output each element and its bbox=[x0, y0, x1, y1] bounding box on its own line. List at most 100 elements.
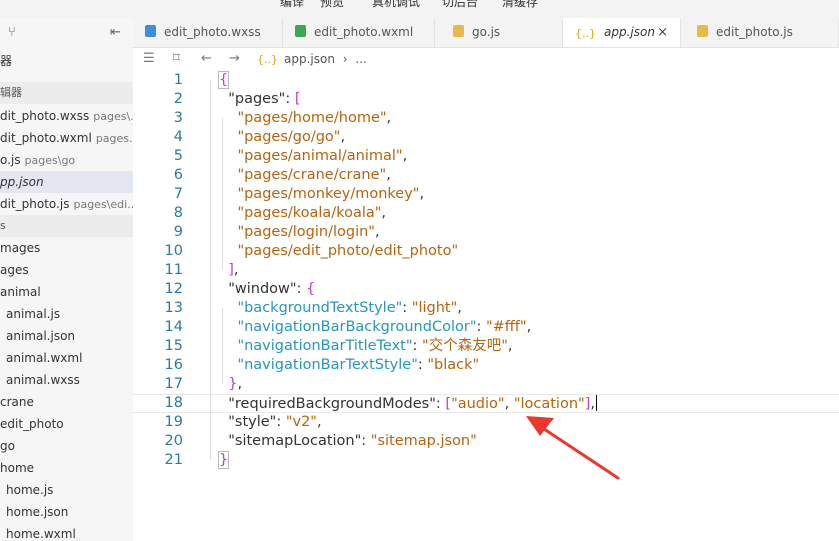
sidebar-item-label: home bbox=[0, 461, 35, 475]
sidebar-item-label: s bbox=[0, 219, 6, 232]
line-number: 14 bbox=[164, 319, 183, 335]
sidebar-file-item[interactable]: animal.wxml bbox=[0, 347, 133, 369]
code-line[interactable]: 8 "pages/koala/koala", bbox=[133, 204, 839, 223]
code-token: : bbox=[402, 300, 412, 316]
sidebar-file-item[interactable]: dit_photo.wxsspages\... bbox=[0, 105, 133, 127]
sidebar-item-label: animal bbox=[0, 285, 41, 299]
sidebar-file-item[interactable]: home.json bbox=[0, 501, 133, 523]
line-number: 20 bbox=[164, 433, 183, 449]
code-editor[interactable]: 1{2 "pages": [3 "pages/home/home", 4 "pag… bbox=[133, 70, 839, 541]
code-line[interactable]: 9 "pages/login/login", bbox=[133, 223, 839, 242]
breadcrumb-file[interactable]: {..} app.json › ... bbox=[257, 48, 367, 71]
code-line[interactable]: 12 "window": { bbox=[133, 280, 839, 299]
sidebar-file-item[interactable]: animal bbox=[0, 281, 133, 303]
code-line[interactable]: 3 "pages/home/home", bbox=[133, 109, 839, 128]
sidebar-file-item[interactable]: o.js pages\go bbox=[0, 149, 133, 171]
code-line[interactable]: 2 "pages": [ bbox=[133, 90, 839, 109]
tab-edit-photo-wxml[interactable]: edit_photo.wxml bbox=[283, 18, 435, 47]
tab-app-json[interactable]: {..} app.json × bbox=[563, 18, 681, 47]
code-token: "sitemap.json" bbox=[370, 433, 477, 449]
menu-preview[interactable]: 预览 bbox=[320, 0, 344, 10]
sidebar-file-item[interactable]: animal.wxss bbox=[0, 369, 133, 391]
sidebar-file-item[interactable]: pp.json bbox=[0, 171, 133, 193]
code-line[interactable]: 7 "pages/monkey/monkey", bbox=[133, 185, 839, 204]
menu-clear-cache[interactable]: 清缓存 bbox=[502, 0, 538, 10]
menu-real-device-debug[interactable]: 真机调试 bbox=[372, 0, 420, 10]
code-line[interactable]: 5 "pages/animal/animal", bbox=[133, 147, 839, 166]
code-token: [ bbox=[294, 91, 301, 107]
back-arrow-icon[interactable]: ← bbox=[201, 48, 212, 70]
code-line[interactable]: 20 "sitemapLocation": "sitemap.json" bbox=[133, 432, 839, 451]
code-line[interactable]: 1{ bbox=[133, 71, 839, 90]
tab-go-js[interactable]: go.js bbox=[435, 18, 563, 47]
sidebar-file-item[interactable]: go bbox=[0, 435, 133, 457]
code-token: "requiredBackgroundModes" bbox=[228, 396, 436, 412]
code-line[interactable]: 4 "pages/go/go", bbox=[133, 128, 839, 147]
code-token: "window" bbox=[228, 281, 297, 297]
sidebar-file-item[interactable]: animal.json bbox=[0, 325, 133, 347]
sidebar-file-item[interactable]: edit_photo bbox=[0, 413, 133, 435]
code-line[interactable]: 10 "pages/edit_photo/edit_photo" bbox=[133, 242, 839, 261]
code-token: , bbox=[419, 186, 425, 202]
code-line[interactable]: 21} bbox=[133, 451, 839, 470]
code-token: "navigationBarTextStyle" bbox=[237, 357, 418, 373]
code-line[interactable]: 15 "navigationBarTitleText": "交个森友吧", bbox=[133, 337, 839, 356]
tab-label: app.json bbox=[604, 25, 655, 39]
tab-edit-photo-wxss[interactable]: edit_photo.wxss bbox=[133, 18, 283, 47]
code-line[interactable]: 11 ], bbox=[133, 261, 839, 280]
sidebar-item-label: mages bbox=[0, 241, 41, 255]
code-token: "style" bbox=[228, 414, 277, 430]
close-icon[interactable]: × bbox=[657, 18, 668, 47]
branch-icon[interactable]: ⑂ bbox=[8, 25, 16, 40]
code-token: : bbox=[435, 396, 446, 412]
sidebar-file-item[interactable]: home.js bbox=[0, 479, 133, 501]
code-text: "style": "v2", bbox=[219, 413, 321, 432]
sidebar-file-item[interactable]: dit_photo.wxmlpages... bbox=[0, 127, 133, 149]
code-token: "backgroundTextStyle" bbox=[237, 300, 403, 316]
sidebar-file-item[interactable]: animal.js bbox=[0, 303, 133, 325]
code-line[interactable]: 18 "requiredBackgroundModes": ["audio", … bbox=[133, 394, 839, 413]
sidebar-file-item[interactable]: home bbox=[0, 457, 133, 479]
code-line[interactable]: 16 "navigationBarTextStyle": "black" bbox=[133, 356, 839, 375]
breadcrumb-separator: › bbox=[342, 52, 348, 66]
indent-guide bbox=[210, 80, 211, 460]
code-token: : bbox=[361, 433, 371, 449]
sidebar-section-header[interactable]: s bbox=[0, 215, 133, 237]
bookmark-icon[interactable]: ⌑ bbox=[173, 48, 180, 70]
sidebar-file-item[interactable]: dit_photo.js pages\edi... bbox=[0, 193, 133, 215]
menu-background[interactable]: 切后台 bbox=[442, 0, 478, 10]
tab-label: edit_photo.wxss bbox=[164, 25, 261, 39]
sidebar-file-item[interactable]: crane bbox=[0, 391, 133, 413]
sidebar-item-label: go bbox=[0, 439, 15, 453]
collapse-panel-icon[interactable]: ⇤ bbox=[110, 25, 121, 40]
sidebar-title: 器 bbox=[0, 50, 133, 72]
code-token: : bbox=[276, 414, 286, 430]
code-line[interactable]: 6 "pages/crane/crane", bbox=[133, 166, 839, 185]
sidebar-item-label: crane bbox=[0, 395, 34, 409]
sidebar-item-path: pages... bbox=[95, 132, 133, 145]
code-token: : bbox=[285, 91, 295, 107]
code-line[interactable]: 14 "navigationBarBackgroundColor": "#fff… bbox=[133, 318, 839, 337]
code-text: { bbox=[217, 71, 230, 90]
code-token: , bbox=[402, 148, 408, 164]
code-line[interactable]: 13 "backgroundTextStyle": "light", bbox=[133, 299, 839, 318]
code-token: , bbox=[507, 338, 513, 354]
tab-edit-photo-js[interactable]: edit_photo.js bbox=[681, 18, 839, 47]
sidebar-section-header[interactable]: 辑器 bbox=[0, 82, 133, 104]
code-line[interactable]: 17 }, bbox=[133, 375, 839, 394]
sidebar-file-item[interactable]: home.wxml bbox=[0, 523, 133, 541]
sidebar-file-item[interactable]: mages bbox=[0, 237, 133, 259]
editor-tab-bar: edit_photo.wxss edit_photo.wxml go.js {.… bbox=[133, 18, 839, 48]
sidebar-file-item[interactable]: ages bbox=[0, 259, 133, 281]
list-icon[interactable]: ☰ bbox=[143, 48, 155, 70]
code-token: : bbox=[476, 319, 486, 335]
annotation-arrow bbox=[526, 416, 620, 480]
breadcrumb-more[interactable]: ... bbox=[355, 52, 366, 66]
line-number: 4 bbox=[173, 129, 183, 145]
sidebar-item-path: pages\... bbox=[93, 110, 133, 123]
forward-arrow-icon[interactable]: → bbox=[229, 48, 240, 70]
code-line[interactable]: 19 "style": "v2", bbox=[133, 413, 839, 432]
menu-compile[interactable]: 编译 bbox=[280, 0, 304, 10]
